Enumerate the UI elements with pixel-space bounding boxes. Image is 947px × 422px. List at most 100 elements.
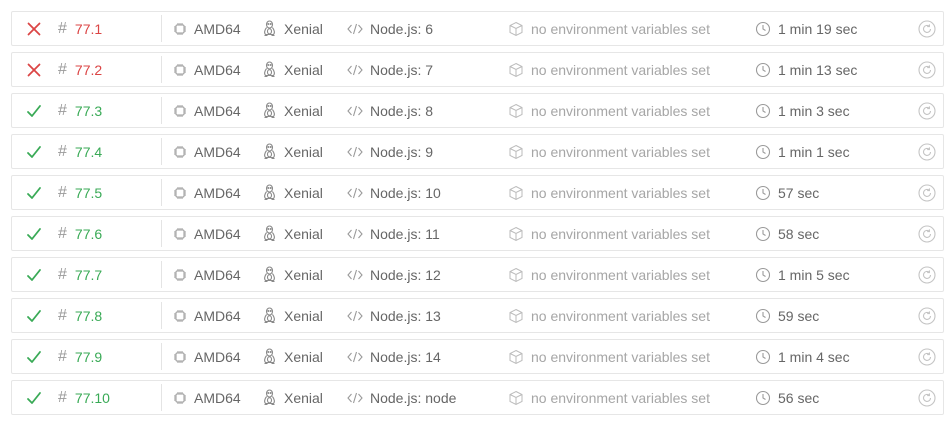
arch-label: AMD64 <box>194 143 241 160</box>
duration-label: 58 sec <box>778 225 820 242</box>
job-number-label: 77.4 <box>74 143 103 160</box>
language-label: Node.js: node <box>370 389 457 406</box>
job-number[interactable]: # 77.9 <box>58 340 158 373</box>
job-os: Xenial <box>262 94 323 127</box>
job-row[interactable]: # 77.4 AMD64 Xenial Node.js: 9 no enviro… <box>11 134 944 169</box>
job-row[interactable]: # 77.1 AMD64 Xenial Node.js: 6 no enviro… <box>11 11 944 46</box>
x-icon <box>24 53 44 86</box>
duration-label: 56 sec <box>778 389 820 406</box>
job-language: Node.js: 10 <box>347 176 441 209</box>
restart-icon[interactable] <box>918 135 936 168</box>
restart-icon[interactable] <box>918 217 936 250</box>
job-language: Node.js: 12 <box>347 258 441 291</box>
column-divider <box>161 220 162 247</box>
linux-penguin-icon <box>262 20 277 37</box>
package-box-icon <box>508 144 524 160</box>
job-language: Node.js: 11 <box>347 217 440 250</box>
job-os: Xenial <box>262 135 323 168</box>
job-os: Xenial <box>262 340 323 373</box>
restart-icon[interactable] <box>918 53 936 86</box>
restart-icon[interactable] <box>918 340 936 373</box>
job-arch: AMD64 <box>173 217 241 250</box>
job-number[interactable]: # 77.2 <box>58 53 158 86</box>
job-language: Node.js: 14 <box>347 340 441 373</box>
check-icon <box>24 217 44 250</box>
restart-icon[interactable] <box>918 94 936 127</box>
check-icon <box>24 381 44 414</box>
cpu-chip-icon <box>173 391 187 405</box>
job-number-label: 77.1 <box>74 20 103 37</box>
os-label: Xenial <box>284 61 323 78</box>
job-number[interactable]: # 77.5 <box>58 176 158 209</box>
hash-icon: # <box>58 183 67 201</box>
job-row[interactable]: # 77.7 AMD64 Xenial Node.js: 12 no envir… <box>11 257 944 292</box>
hash-icon: # <box>58 306 67 324</box>
arch-label: AMD64 <box>194 61 241 78</box>
job-row[interactable]: # 77.3 AMD64 Xenial Node.js: 8 no enviro… <box>11 93 944 128</box>
job-number[interactable]: # 77.7 <box>58 258 158 291</box>
code-brackets-icon <box>347 228 363 240</box>
restart-icon[interactable] <box>918 381 936 414</box>
hash-icon: # <box>58 347 67 365</box>
arch-label: AMD64 <box>194 225 241 242</box>
env-label: no environment variables set <box>531 20 710 37</box>
job-row[interactable]: # 77.2 AMD64 Xenial Node.js: 7 no enviro… <box>11 52 944 87</box>
job-number[interactable]: # 77.4 <box>58 135 158 168</box>
job-env: no environment variables set <box>508 176 710 209</box>
job-env: no environment variables set <box>508 381 710 414</box>
cpu-chip-icon <box>173 145 187 159</box>
job-language: Node.js: 9 <box>347 135 433 168</box>
os-label: Xenial <box>284 389 323 406</box>
duration-label: 1 min 19 sec <box>778 20 858 37</box>
package-box-icon <box>508 185 524 201</box>
hash-icon: # <box>58 142 67 160</box>
column-divider <box>161 138 162 165</box>
job-row[interactable]: # 77.9 AMD64 Xenial Node.js: 14 no envir… <box>11 339 944 374</box>
package-box-icon <box>508 226 524 242</box>
clock-icon <box>755 267 771 283</box>
language-label: Node.js: 10 <box>370 184 441 201</box>
job-number-label: 77.9 <box>74 348 103 365</box>
linux-penguin-icon <box>262 61 277 78</box>
job-arch: AMD64 <box>173 258 241 291</box>
code-brackets-icon <box>347 105 363 117</box>
restart-icon[interactable] <box>918 299 936 332</box>
job-number[interactable]: # 77.8 <box>58 299 158 332</box>
job-row[interactable]: # 77.6 AMD64 Xenial Node.js: 11 no envir… <box>11 216 944 251</box>
duration-label: 1 min 3 sec <box>778 102 850 119</box>
package-box-icon <box>508 21 524 37</box>
job-number-label: 77.5 <box>74 184 103 201</box>
job-duration: 57 sec <box>755 176 819 209</box>
linux-penguin-icon <box>262 184 277 201</box>
check-icon <box>24 176 44 209</box>
env-label: no environment variables set <box>531 143 710 160</box>
job-row[interactable]: # 77.8 AMD64 Xenial Node.js: 13 no envir… <box>11 298 944 333</box>
arch-label: AMD64 <box>194 307 241 324</box>
language-label: Node.js: 9 <box>370 143 434 160</box>
restart-icon[interactable] <box>918 258 936 291</box>
clock-icon <box>755 308 771 324</box>
job-os: Xenial <box>262 381 323 414</box>
job-duration: 1 min 19 sec <box>755 12 857 45</box>
language-label: Node.js: 8 <box>370 102 434 119</box>
job-number[interactable]: # 77.3 <box>58 94 158 127</box>
job-number[interactable]: # 77.10 <box>58 381 158 414</box>
job-number-label: 77.10 <box>74 389 110 406</box>
restart-icon[interactable] <box>918 176 936 209</box>
restart-icon[interactable] <box>918 12 936 45</box>
job-row[interactable]: # 77.10 AMD64 Xenial Node.js: node no en… <box>11 380 944 415</box>
job-number[interactable]: # 77.6 <box>58 217 158 250</box>
language-label: Node.js: 13 <box>370 307 441 324</box>
duration-label: 1 min 13 sec <box>778 61 858 78</box>
column-divider <box>161 261 162 288</box>
duration-label: 1 min 5 sec <box>778 266 850 283</box>
job-duration: 1 min 4 sec <box>755 340 850 373</box>
job-row[interactable]: # 77.5 AMD64 Xenial Node.js: 10 no envir… <box>11 175 944 210</box>
code-brackets-icon <box>347 269 363 281</box>
hash-icon: # <box>58 19 67 37</box>
job-number[interactable]: # 77.1 <box>58 12 158 45</box>
job-number-label: 77.3 <box>74 102 103 119</box>
check-icon <box>24 340 44 373</box>
language-label: Node.js: 7 <box>370 61 434 78</box>
job-number-label: 77.8 <box>74 307 103 324</box>
